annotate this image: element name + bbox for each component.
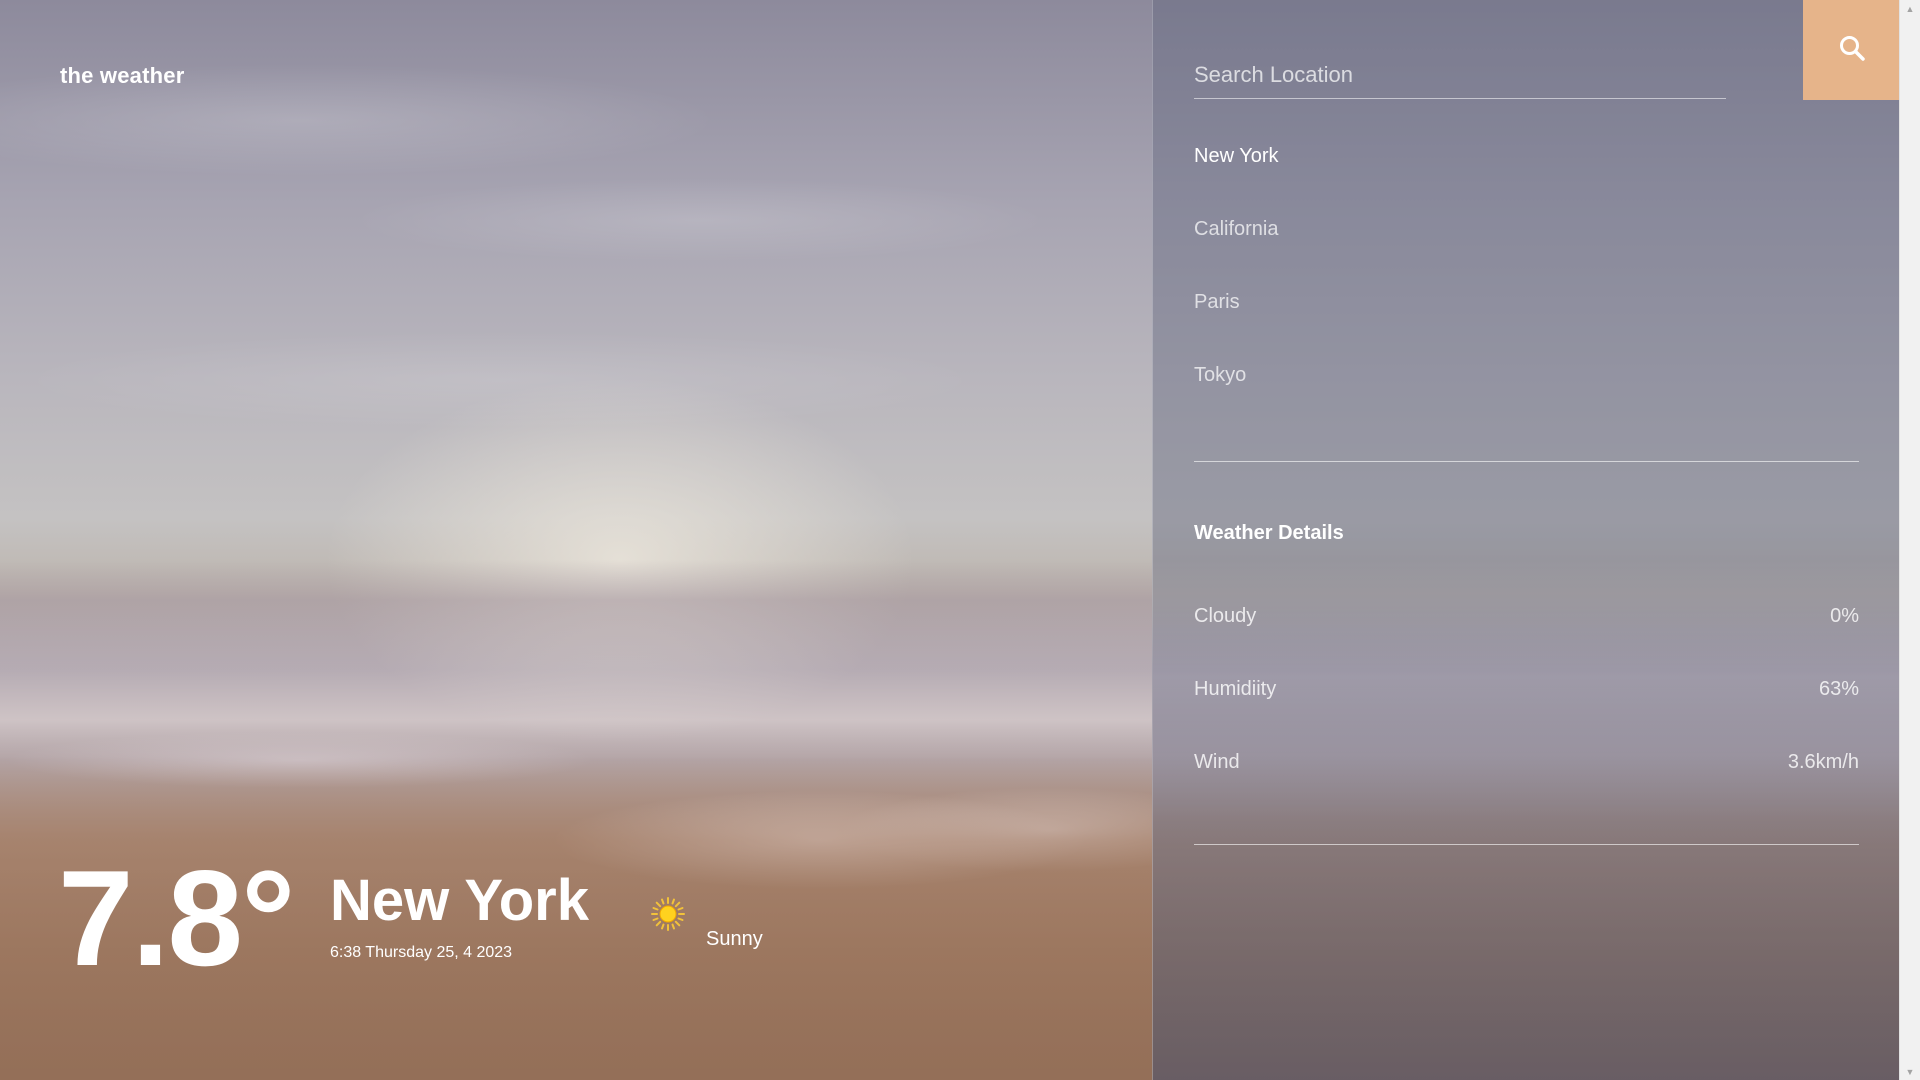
weather-details-list: Cloudy 0% Humidiity 63% Wind 3.6km/h xyxy=(1194,605,1859,824)
weather-details-title: Weather Details xyxy=(1194,522,1344,544)
location-list: New York California Paris Tokyo xyxy=(1194,145,1859,437)
divider xyxy=(1194,844,1859,845)
scroll-down-arrow-icon[interactable]: ▼ xyxy=(1900,1063,1920,1080)
location-item-tokyo[interactable]: Tokyo xyxy=(1194,364,1859,437)
brand-logo: the weather xyxy=(60,63,185,88)
divider xyxy=(1194,461,1859,462)
sun-icon xyxy=(650,896,686,932)
detail-row-humidity: Humidiity 63% xyxy=(1194,678,1859,751)
weather-app: the weather 7.8° New York 6:38 Thursday … xyxy=(0,0,1920,1080)
vertical-scrollbar[interactable]: ▲ ▼ xyxy=(1899,0,1920,1080)
scroll-up-arrow-icon[interactable]: ▲ xyxy=(1900,0,1920,17)
detail-label: Humidiity xyxy=(1194,678,1277,700)
detail-row-cloudy: Cloudy 0% xyxy=(1194,605,1859,678)
current-datetime: 6:38 Thursday 25, 4 2023 xyxy=(330,944,513,961)
location-item-new-york[interactable]: New York xyxy=(1194,145,1859,218)
panel-shade xyxy=(1153,820,1900,1080)
search-button[interactable] xyxy=(1803,0,1900,100)
location-item-california[interactable]: California xyxy=(1194,218,1859,291)
detail-label: Wind xyxy=(1194,751,1240,773)
detail-row-wind: Wind 3.6km/h xyxy=(1194,751,1859,824)
city-block: New York 6:38 Thursday 25, 4 2023 xyxy=(330,872,660,962)
detail-value: 0% xyxy=(1830,605,1859,627)
search-input[interactable] xyxy=(1194,52,1726,99)
detail-value: 63% xyxy=(1818,678,1859,700)
current-temperature: 7.8° xyxy=(58,842,295,994)
condition-block: Sunny xyxy=(650,896,780,956)
detail-label: Cloudy xyxy=(1194,605,1257,627)
current-city: New York xyxy=(330,868,589,933)
condition-text: Sunny xyxy=(706,928,763,950)
search-icon xyxy=(1838,34,1866,67)
detail-value: 3.6km/h xyxy=(1787,751,1859,773)
side-panel: New York California Paris Tokyo Weather … xyxy=(1152,0,1900,1080)
location-item-paris[interactable]: Paris xyxy=(1194,291,1859,364)
